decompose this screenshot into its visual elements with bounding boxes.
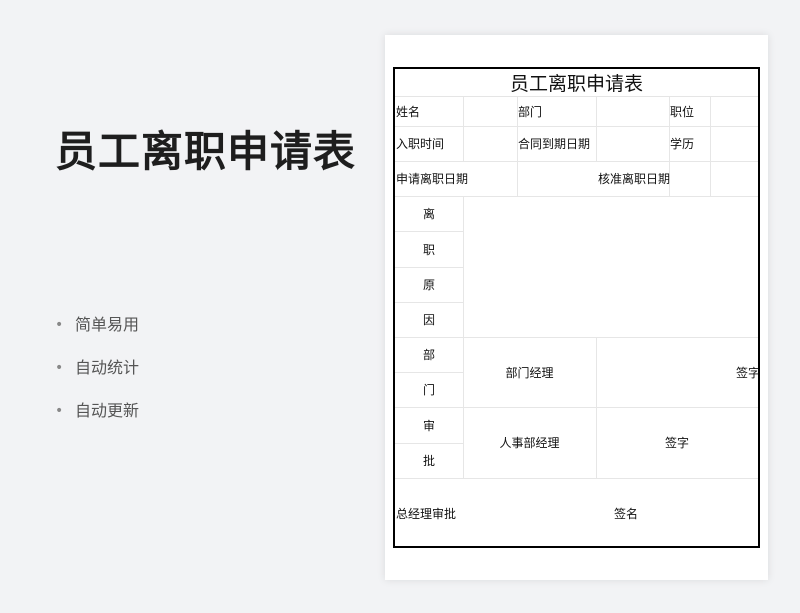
label-name: 姓名 (396, 105, 421, 119)
feature-list: • 简单易用 • 自动统计 • 自动更新 (55, 312, 139, 441)
form-title: 员工离职申请表 (395, 69, 758, 97)
resignation-form: 员工离职申请表 姓名 部门 职位 入职时间 合同到期日期 学历 申请离职日期 核… (393, 67, 760, 548)
feature-label: 简单易用 (75, 315, 140, 334)
label-department: 部门 (518, 105, 543, 119)
label-education: 学历 (670, 137, 695, 151)
label-sign-hr: 签字 (664, 436, 689, 450)
label-sign-dept: 签字 (736, 365, 760, 380)
label-approved-date: 核准离职日期 (598, 172, 671, 186)
label-sign-gm: 签名 (614, 506, 639, 521)
feature-item: • 自动更新 (55, 398, 139, 441)
bullet-icon: • (55, 317, 64, 333)
bullet-icon: • (55, 403, 64, 419)
reason-char: 原 (422, 278, 435, 292)
reason-char: 因 (422, 313, 435, 327)
label-contract-end: 合同到期日期 (518, 137, 591, 151)
reason-char: 离 (422, 207, 435, 221)
feature-label: 自动统计 (75, 358, 140, 377)
page-title: 员工离职申请表 (55, 127, 357, 176)
reason-char: 职 (422, 242, 435, 257)
label-dept-manager: 部门经理 (505, 365, 554, 380)
feature-label: 自动更新 (75, 401, 140, 420)
bullet-icon: • (55, 360, 64, 376)
label-apply-date: 申请离职日期 (396, 172, 469, 186)
form-preview-sheet: 员工离职申请表 姓名 部门 职位 入职时间 合同到期日期 学历 申请离职日期 核… (385, 35, 768, 580)
label-position: 职位 (670, 105, 695, 119)
feature-item: • 自动统计 (55, 355, 139, 398)
approval-char: 门 (422, 383, 435, 397)
label-gm-approval: 总经理审批 (396, 506, 457, 521)
approval-char: 部 (422, 348, 435, 362)
label-hr-manager: 人事部经理 (499, 436, 560, 450)
feature-item: • 简单易用 (55, 312, 139, 355)
approval-char: 批 (422, 454, 435, 468)
label-hire-date: 入职时间 (396, 137, 445, 151)
approval-char: 审 (422, 418, 435, 433)
